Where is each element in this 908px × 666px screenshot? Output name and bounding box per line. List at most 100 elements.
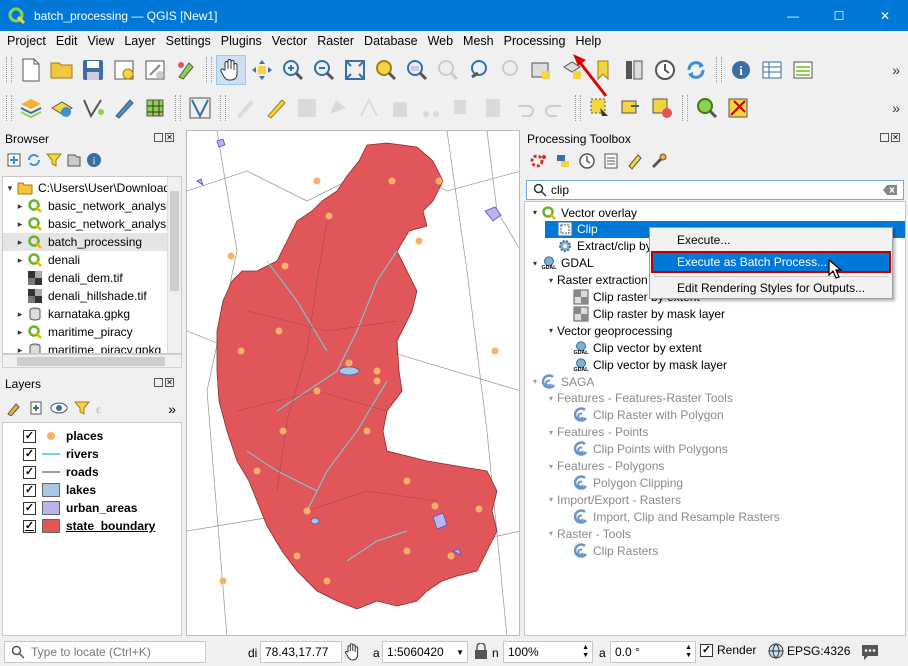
data-source-manager-icon[interactable] xyxy=(16,93,46,123)
magnifier-field[interactable]: 100% ▲ ▼ xyxy=(503,641,593,663)
history-icon[interactable] xyxy=(578,152,596,173)
toolbar-grip[interactable] xyxy=(682,95,688,121)
scale-field[interactable]: 1:5060420 ▼ xyxy=(382,641,468,663)
python-scripts-icon[interactable] xyxy=(554,152,572,173)
menu-help[interactable]: Help xyxy=(570,31,606,51)
layer-state-boundary[interactable]: ✓ state_boundary xyxy=(23,517,155,535)
menu-database[interactable]: Database xyxy=(359,31,423,51)
browser-horizontal-scrollbar[interactable] xyxy=(2,354,182,368)
processing-toolbox-icon[interactable] xyxy=(692,93,722,123)
filter-legend-icon[interactable] xyxy=(73,400,91,419)
expand-arrow-icon[interactable]: ▾ xyxy=(545,326,557,335)
toolbar-grip[interactable] xyxy=(716,57,722,83)
filter-icon[interactable] xyxy=(45,152,63,171)
chevron-down-icon[interactable]: ▼ xyxy=(456,648,464,657)
collapse-all-icon[interactable] xyxy=(66,152,82,171)
zoom-next-icon[interactable] xyxy=(495,55,525,85)
algorithm-clip-raster-with-polygon[interactable]: Clip Raster with Polygon xyxy=(561,407,905,424)
layer-visibility-checkbox[interactable]: ✓ xyxy=(23,429,36,443)
render-toggle[interactable]: ✓ Render xyxy=(700,643,756,657)
menu-plugins[interactable]: Plugins xyxy=(216,31,267,51)
execute-batch-menu-item[interactable]: Execute as Batch Process... xyxy=(651,251,891,273)
float-icon[interactable] xyxy=(880,133,889,142)
pan-hand-icon[interactable] xyxy=(216,55,246,85)
save-project-icon[interactable] xyxy=(78,55,108,85)
algorithm-clip-raster-by-mask-layer[interactable]: Clip raster by mask layer xyxy=(561,305,905,322)
algorithm-clip-rasters[interactable]: Clip Rasters xyxy=(561,542,905,559)
pan-to-selection-icon[interactable] xyxy=(247,55,277,85)
extents-toggle-icon[interactable] xyxy=(344,643,360,661)
browser-item-raster[interactable]: denali_hillshade.tif xyxy=(3,287,181,305)
copy-features-icon[interactable] xyxy=(447,93,477,123)
render-checkbox[interactable]: ✓ xyxy=(700,643,713,657)
add-vector-layer-icon[interactable] xyxy=(47,93,77,123)
layer-visibility-checkbox[interactable]: ✓ xyxy=(23,501,36,515)
temporal-controller-icon[interactable] xyxy=(650,55,680,85)
menu-layer[interactable]: Layer xyxy=(119,31,160,51)
algorithm-features-points[interactable]: ▾ Features - Points xyxy=(545,424,905,441)
edit-rendering-styles-menu-item[interactable]: Edit Rendering Styles for Outputs... xyxy=(651,277,891,299)
layers-list[interactable]: ✓ places ✓ rivers ✓ roads ✓ lakes ✓ urba… xyxy=(2,422,182,636)
zoom-native-icon[interactable] xyxy=(433,55,463,85)
menu-web[interactable]: Web xyxy=(423,31,458,51)
float-icon[interactable] xyxy=(154,378,163,387)
pen-tool-icon[interactable] xyxy=(109,93,139,123)
close-panel-icon[interactable]: ✕ xyxy=(891,133,900,142)
properties-icon[interactable]: i xyxy=(86,152,102,171)
layer-lakes[interactable]: ✓ lakes xyxy=(23,481,96,499)
layer-visibility-checkbox[interactable]: ✓ xyxy=(23,483,36,497)
browser-vertical-scrollbar[interactable] xyxy=(167,177,181,353)
algorithm-vector-geoprocessing[interactable]: ▾ Vector geoprocessing xyxy=(545,322,905,339)
show-bookmarks-icon[interactable] xyxy=(619,55,649,85)
browser-item-raster[interactable]: denali_dem.tif xyxy=(3,269,181,287)
algorithm-polygon-clipping[interactable]: Polygon Clipping xyxy=(561,474,905,491)
expand-arrow-icon[interactable]: ▾ xyxy=(545,529,557,538)
menu-view[interactable]: View xyxy=(82,31,119,51)
style-manager-icon[interactable] xyxy=(171,55,201,85)
crs-button[interactable]: EPSG:4326 xyxy=(768,643,850,659)
deselect-icon[interactable] xyxy=(647,93,677,123)
toolbar-overflow-button[interactable]: » xyxy=(892,100,900,116)
toggle-editing-icon[interactable] xyxy=(261,93,291,123)
save-edits-icon[interactable] xyxy=(292,93,322,123)
minimize-button[interactable]: — xyxy=(770,0,816,31)
browser-item-project[interactable]: ▸ maritime_piracy xyxy=(3,323,181,341)
algorithm-saga[interactable]: ▾ SAGA xyxy=(529,373,905,390)
attribute-table-icon[interactable] xyxy=(757,55,787,85)
expand-arrow-icon[interactable]: ▾ xyxy=(545,394,557,403)
clear-search-icon[interactable] xyxy=(883,185,897,195)
algorithm-clip-vector-by-mask-layer[interactable]: GDAL Clip vector by mask layer xyxy=(561,356,905,373)
toolbar-grip[interactable] xyxy=(175,95,181,121)
menu-vector[interactable]: Vector xyxy=(267,31,312,51)
toolbar-overflow-button[interactable]: » xyxy=(892,62,900,78)
algorithm-features-features-raster-tools[interactable]: ▾ Features - Features-Raster Tools xyxy=(545,390,905,407)
algorithm-import-export-rasters[interactable]: ▾ Import/Export - Rasters xyxy=(545,491,905,508)
zoom-in-icon[interactable] xyxy=(278,55,308,85)
layer-rivers[interactable]: ✓ rivers xyxy=(23,445,99,463)
coordinate-field[interactable]: 78.43,17.77 xyxy=(260,641,342,663)
new-project-icon[interactable] xyxy=(16,55,46,85)
maximize-button[interactable]: ☐ xyxy=(816,0,862,31)
refresh-icon[interactable] xyxy=(26,152,42,171)
layer-places[interactable]: ✓ places xyxy=(23,427,103,445)
filter-expression-icon[interactable]: ε xyxy=(96,400,116,419)
layer-visibility-checkbox[interactable]: ✓ xyxy=(23,519,36,533)
zoom-to-selection-icon[interactable] xyxy=(371,55,401,85)
grid-tool-icon[interactable] xyxy=(140,93,170,123)
execute-menu-item[interactable]: Execute... xyxy=(651,229,891,251)
menu-processing[interactable]: Processing xyxy=(499,31,571,51)
expand-arrow-icon[interactable]: ▸ xyxy=(13,345,27,354)
in-place-edit-icon[interactable] xyxy=(626,152,644,173)
statistics-icon[interactable] xyxy=(788,55,818,85)
cut-features-icon[interactable] xyxy=(416,93,446,123)
expand-arrow-icon[interactable]: ▸ xyxy=(13,237,27,248)
menu-raster[interactable]: Raster xyxy=(312,31,359,51)
refresh-icon[interactable] xyxy=(681,55,711,85)
float-icon[interactable] xyxy=(154,133,163,142)
close-panel-icon[interactable]: ✕ xyxy=(165,378,174,387)
layer-urban-areas[interactable]: ✓ urban_areas xyxy=(23,499,137,517)
close-button[interactable]: ✕ xyxy=(862,0,908,31)
algorithm-import-clip-and-resample-rasters[interactable]: Import, Clip and Resample Rasters xyxy=(561,508,905,525)
toolbar-grip[interactable] xyxy=(206,57,212,83)
browser-tree[interactable]: ▾ C:\Users\User\Downloads ▸ basic_networ… xyxy=(2,176,182,354)
